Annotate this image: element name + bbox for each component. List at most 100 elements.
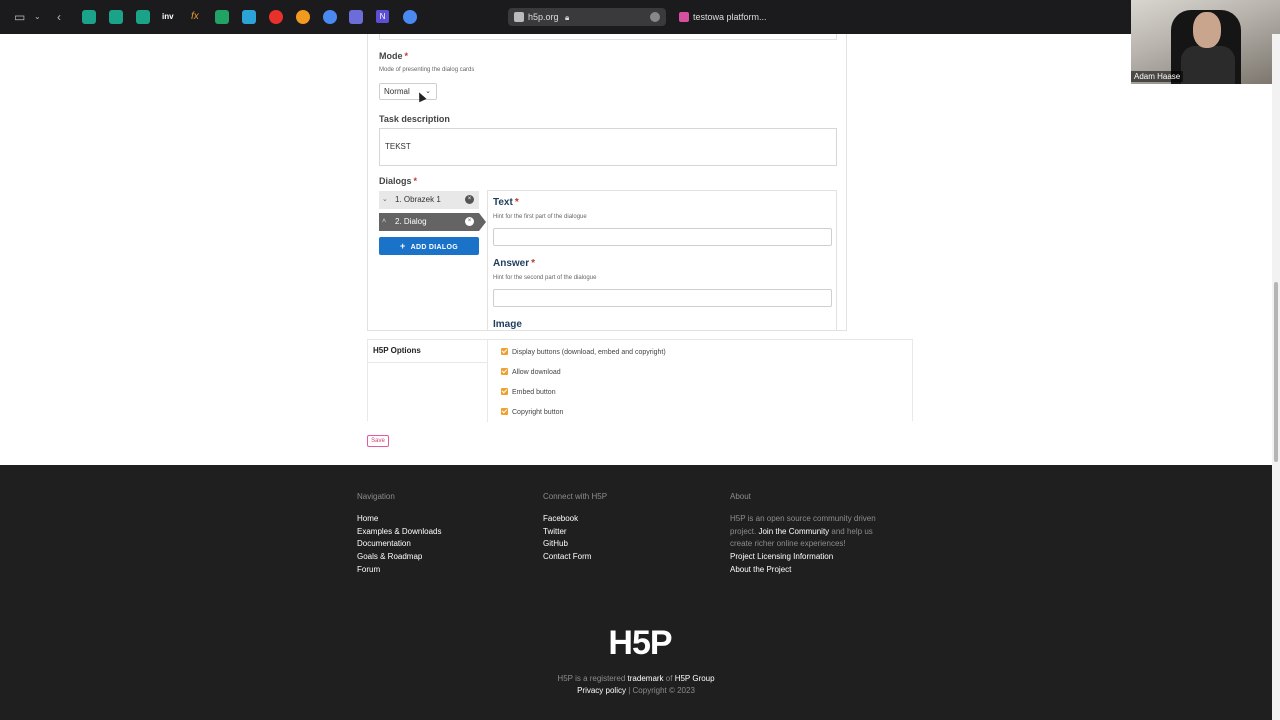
chevron-down-icon[interactable]: ⌄ [34,8,41,26]
dialog-edit-panel: Text * Hint for the first part of the dia… [487,190,837,331]
save-button[interactable]: Save [367,435,389,447]
remove-icon[interactable]: × [465,195,474,204]
tab-title: h5p.org [528,12,559,22]
footer-about-title: About [730,492,751,501]
bookmark-icon[interactable] [349,10,363,24]
h5p-options-title: H5P Options [373,346,421,355]
footer-about-text: H5P is an open source community driven p… [730,513,895,551]
footer-nav-title: Navigation [357,492,395,501]
option-display-buttons[interactable]: Display buttons (download, embed and cop… [501,348,666,358]
collapse-icon[interactable]: ⌄ [382,191,388,209]
back-icon[interactable]: ‹ [57,8,61,26]
checkbox-checked-icon[interactable] [501,408,508,415]
option-label: Copyright button [512,409,564,416]
footer-link-licensing[interactable]: Project Licensing Information [730,551,833,563]
dialogs-label: Dialogs * [379,176,418,186]
text-input[interactable] [493,228,832,246]
answer-input[interactable] [493,289,832,307]
privacy-line: Privacy policy | Copyright © 2023 [0,686,1272,695]
site-footer: Navigation Home Examples & Downloads Doc… [0,465,1272,720]
divider [368,362,488,363]
option-label: Allow download [512,369,561,376]
footer-link-documentation[interactable]: Documentation [357,538,411,550]
bookmark-icon[interactable] [109,10,123,24]
scroll-thumb[interactable] [1274,282,1278,462]
answer-label: Answer * [493,258,536,269]
footer-link-about-project[interactable]: About the Project [730,564,791,576]
option-label: Display buttons (download, embed and cop… [512,349,666,356]
footer-link-join[interactable]: Join the Community [758,527,829,536]
remove-icon[interactable]: × [465,217,474,226]
image-label: Image [493,319,522,330]
footer-link-forum[interactable]: Forum [357,564,380,576]
task-description-input[interactable]: TEKST [379,128,837,166]
task-description-label: Task description [379,114,450,124]
bookmark-icon[interactable] [242,10,256,24]
bookmark-icon[interactable] [269,10,283,24]
chrome-icon[interactable] [323,10,337,24]
bookmark-icon[interactable] [82,10,96,24]
browser-toolbar: ▭ ⌄ ‹ inv fx N h5p.org 🔒︎ testowa platfo… [0,0,1280,34]
checkbox-checked-icon[interactable] [501,348,508,355]
footer-connect-title: Connect with H5P [543,492,608,501]
bookmark-inv-icon[interactable]: inv [162,8,174,26]
footer-link-home[interactable]: Home [357,513,378,525]
checkbox-checked-icon[interactable] [501,388,508,395]
footer-link-examples[interactable]: Examples & Downloads [357,526,441,538]
person-body [1181,46,1235,84]
tab-h5p[interactable]: h5p.org 🔒︎ [508,8,666,26]
page-scrollbar[interactable] [1272,34,1280,720]
option-embed-button[interactable]: Embed button [501,388,556,398]
dialog-item-label: 2. Dialog [395,217,427,226]
plus-icon: + [400,241,406,251]
h5p-options-panel: H5P Options Display buttons (download, e… [367,339,913,422]
sheets-icon[interactable] [215,10,229,24]
chevron-down-icon: ⌄ [425,88,431,95]
webcam-overlay: Adam Haase [1131,0,1280,84]
copyright-text: | Copyright © 2023 [628,686,695,695]
checkbox-checked-icon[interactable] [501,368,508,375]
editor-panel: Mode * Mode of presenting the dialog card… [367,34,847,331]
text-label: Text * [493,197,519,208]
bookmark-n-icon[interactable]: N [376,10,389,23]
favicon-icon [679,12,689,22]
add-dialog-label: ADD DIALOG [410,244,458,251]
mode-label: Mode * [379,51,409,61]
dialog-list-item[interactable]: ⌄ 1. Obrazek 1 × [379,191,479,209]
footer-link-github[interactable]: GitHub [543,538,568,550]
text-hint: Hint for the first part of the dialogue [493,214,587,220]
option-copyright-button[interactable]: Copyright button [501,408,563,418]
mode-hint: Mode of presenting the dialog cards [379,67,475,73]
mode-select[interactable]: Normal ⌄ [379,83,437,100]
trademark-link[interactable]: trademark [628,674,664,683]
dialog-list-item-active[interactable]: ˄ 2. Dialog × [379,213,486,231]
more-icon[interactable] [650,12,660,22]
footer-link-roadmap[interactable]: Goals & Roadmap [357,551,422,563]
chrome-icon[interactable] [403,10,417,24]
bookmark-fx-icon[interactable]: fx [191,8,199,26]
footer-link-twitter[interactable]: Twitter [543,526,567,538]
h5p-logo[interactable]: H5P [599,625,681,661]
option-label: Embed button [512,389,556,396]
webcam-name: Adam Haase [1131,71,1184,82]
bookmark-icon[interactable] [136,10,150,24]
tab-testowa[interactable]: testowa platform... [673,8,773,26]
expand-icon[interactable]: ˄ [382,213,386,231]
dialog-item-label: 1. Obrazek 1 [395,195,441,204]
footer-link-facebook[interactable]: Facebook [543,513,578,525]
option-allow-download[interactable]: Allow download [501,368,561,378]
trademark-text: of [665,674,673,683]
previous-field-box [379,34,837,40]
privacy-policy-link[interactable]: Privacy policy [577,686,626,695]
add-dialog-button[interactable]: + ADD DIALOG [379,237,479,255]
trademark-text: H5P is a registered [557,674,626,683]
answer-hint: Hint for the second part of the dialogue [493,275,597,281]
mode-select-value: Normal [384,87,410,96]
bookmark-icon[interactable] [296,10,310,24]
lock-icon: 🔒︎ [565,13,570,22]
footer-link-contact[interactable]: Contact Form [543,551,591,563]
h5p-options-sidebar: H5P Options [368,340,488,422]
h5p-group-link[interactable]: H5P Group [675,674,715,683]
sidebar-toggle-icon[interactable]: ▭ [14,8,25,26]
favicon-icon [514,12,524,22]
